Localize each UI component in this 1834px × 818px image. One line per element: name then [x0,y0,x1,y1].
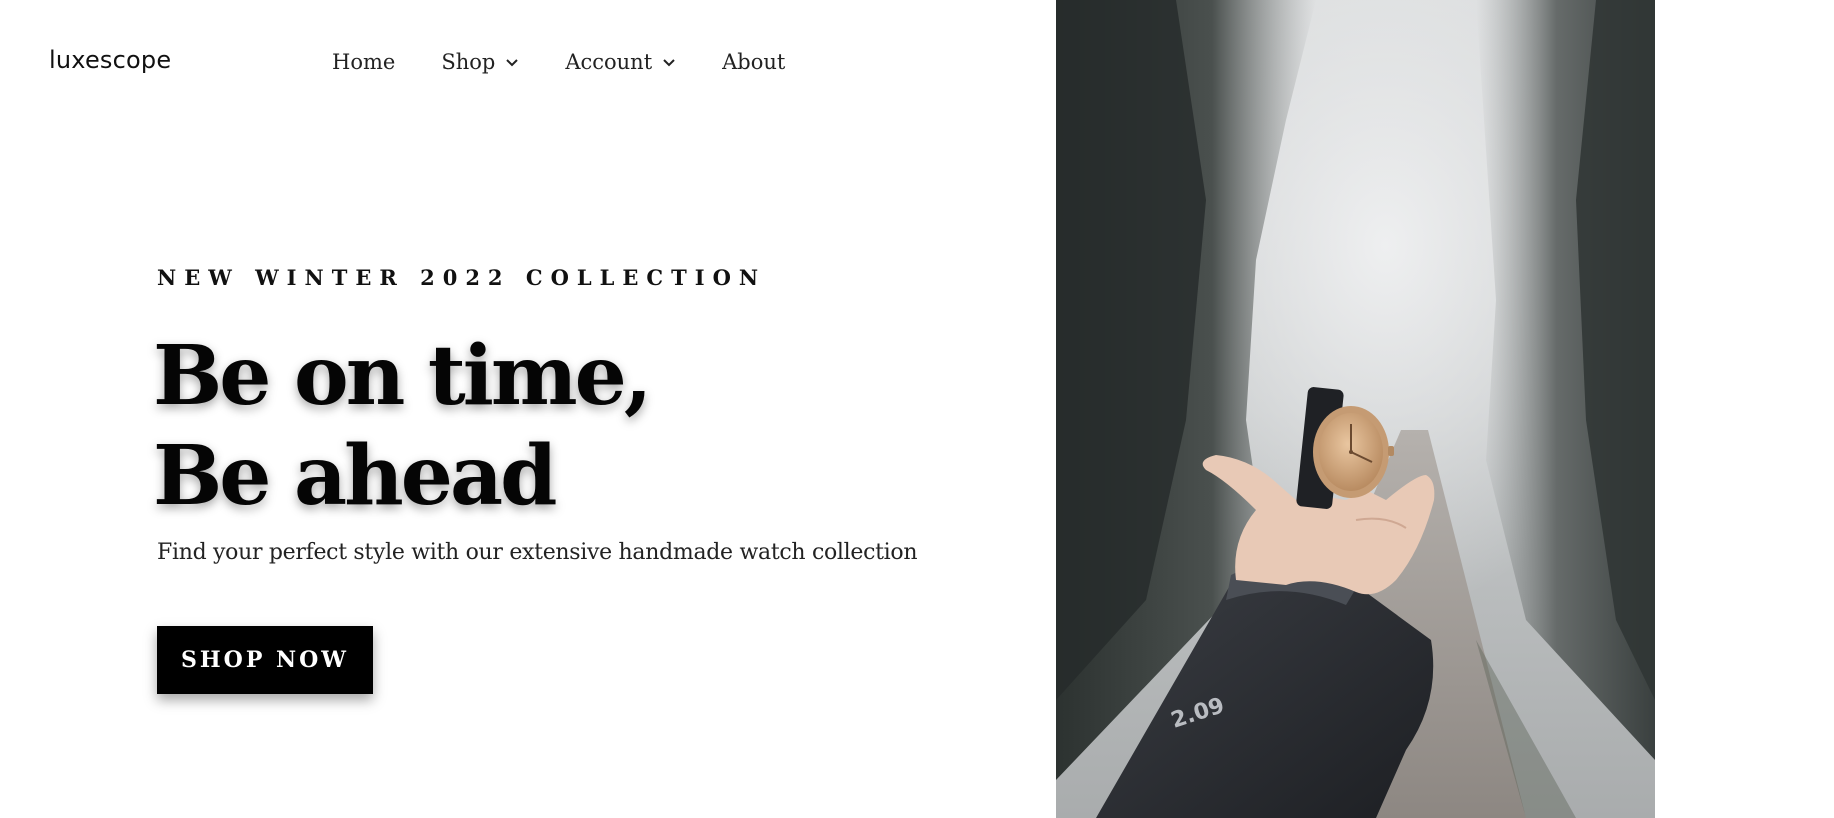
nav-item-label: Home [332,50,396,74]
hero-subtitle: Find your perfect style with our extensi… [157,540,918,565]
hero-headline-line-1: Be on time, [153,328,652,424]
shop-now-button[interactable]: SHOP NOW [157,626,373,694]
nav-item-home[interactable]: Home [332,50,395,74]
chevron-down-icon [663,59,675,67]
nav-item-label: Shop [441,50,496,74]
hero-eyebrow: NEW WINTER 2022 COLLECTION [157,265,767,290]
main-nav: Home Shop Account About [332,50,785,74]
hero-image: 2.09 [1056,0,1655,818]
chevron-down-icon [506,59,519,67]
nav-item-label: Account [565,50,653,74]
hero-headline-line-2: Be ahead [153,428,557,524]
nav-item-about[interactable]: About [722,50,785,74]
nav-item-label: About [722,50,786,74]
nav-item-account[interactable]: Account [565,50,676,74]
hero-photo-illustration: 2.09 [1056,0,1655,818]
brand-logo[interactable]: luxescope [49,46,171,74]
nav-item-shop[interactable]: Shop [441,50,519,74]
hero-headline: Be on time, Be ahead [153,326,652,526]
